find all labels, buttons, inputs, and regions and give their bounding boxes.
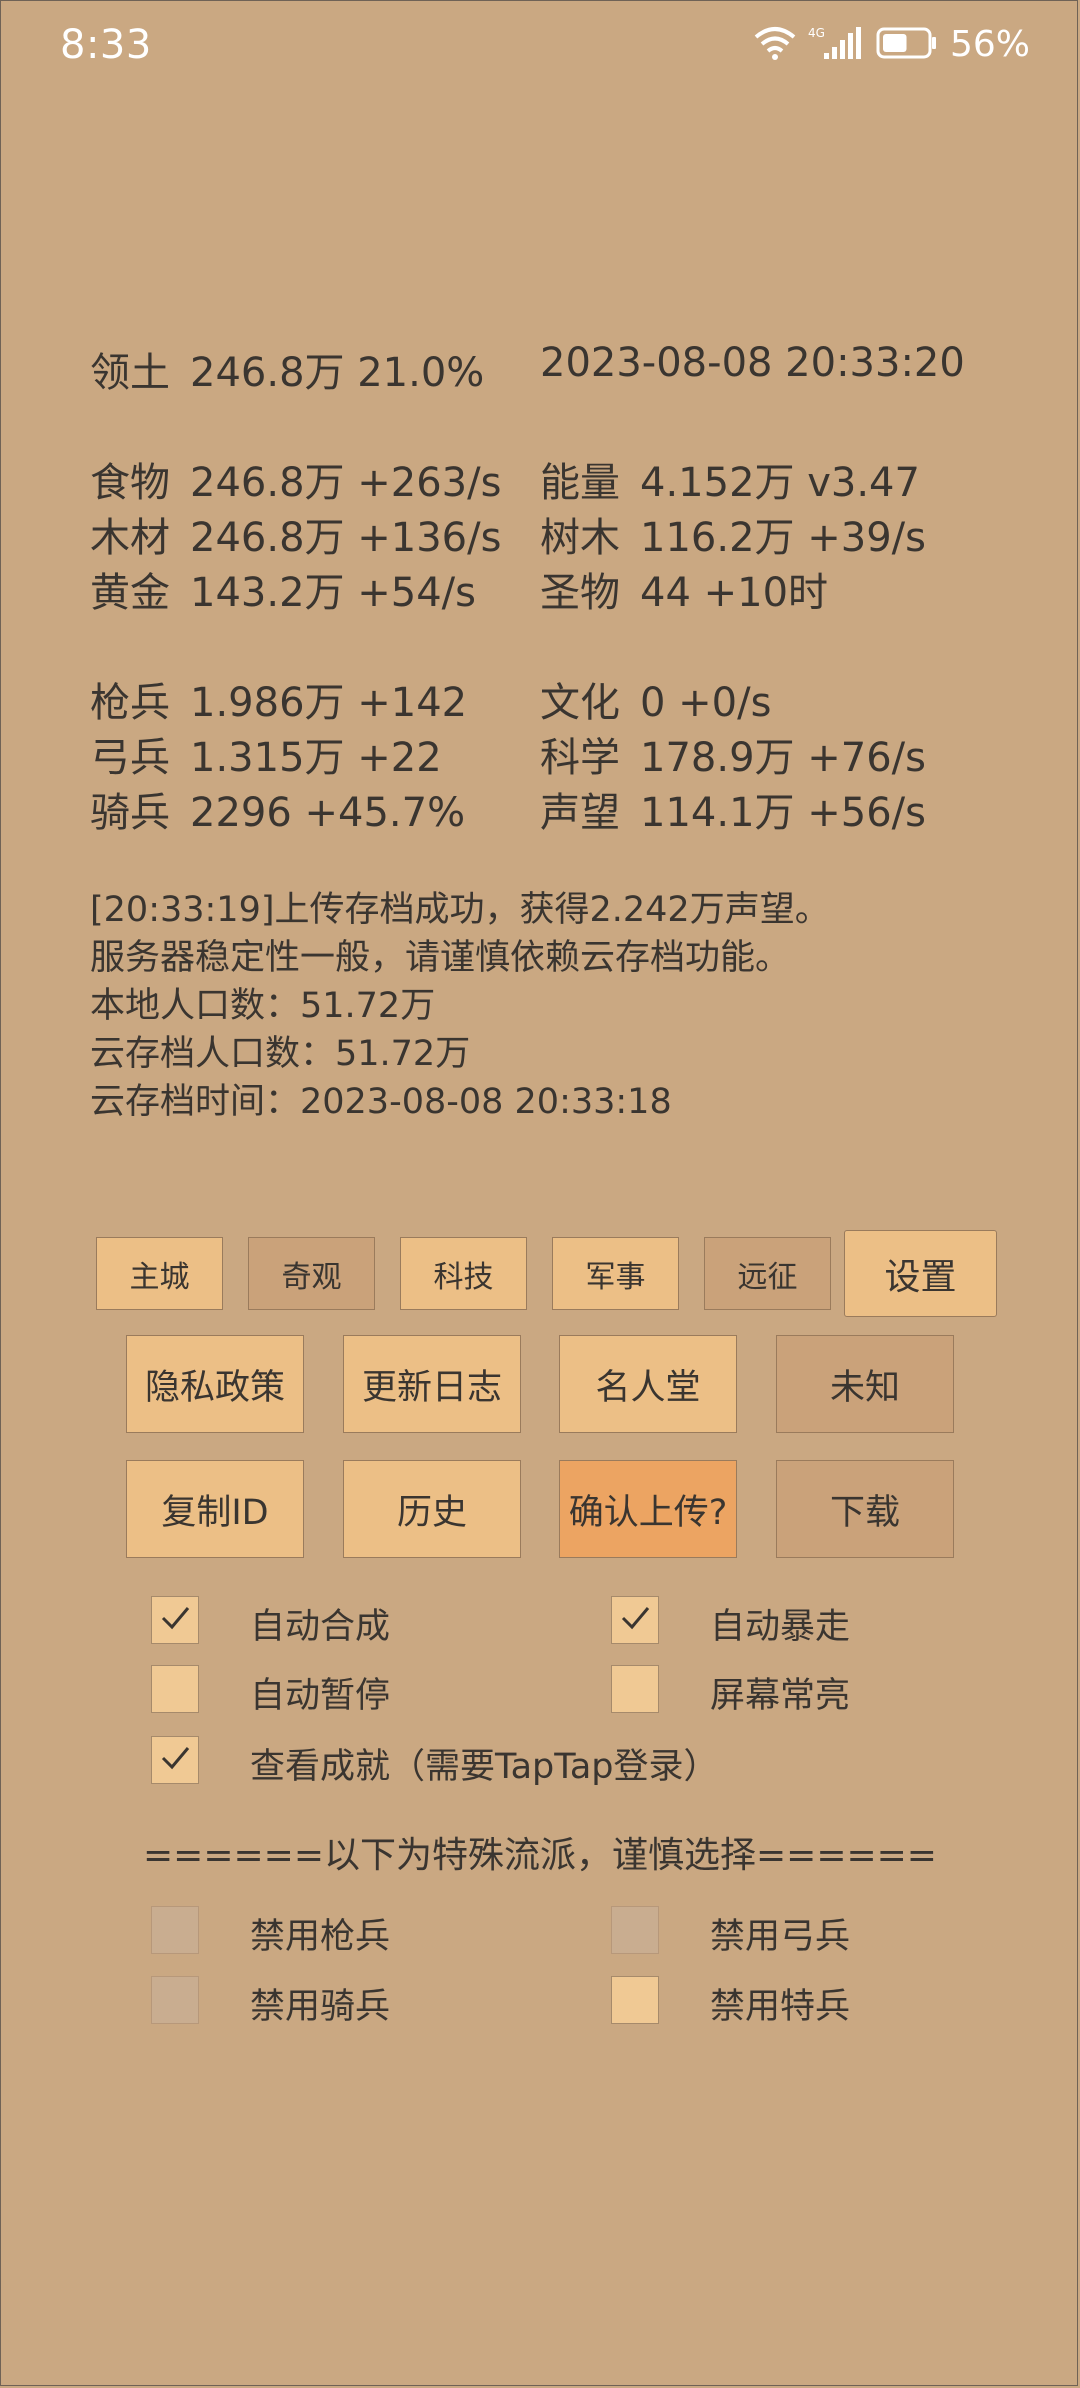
- stat-value: 246.8万 21.0%: [190, 350, 485, 396]
- status-icons: 4G 56%: [754, 24, 1030, 65]
- stat-label: 科学: [540, 735, 620, 781]
- stat-value: 2296 +45.7%: [190, 790, 466, 836]
- battery-percent: 56%: [949, 24, 1030, 65]
- disable-archers-label: 禁用弓兵: [710, 1917, 851, 1957]
- stat-label: 领土: [90, 350, 170, 396]
- stat-value: 1.986万 +142: [190, 680, 468, 726]
- unknown-button[interactable]: 未知: [776, 1335, 954, 1433]
- stat-territory: 领土 246.8万 21.0%: [90, 340, 484, 398]
- log-line: 服务器稳定性一般，请谨慎依赖云存档功能。: [90, 938, 791, 978]
- tab-expedition[interactable]: 远征: [704, 1237, 831, 1310]
- auto-rush-label: 自动暴走: [710, 1607, 851, 1647]
- tab-military[interactable]: 军事: [552, 1237, 679, 1310]
- hall-of-fame-button[interactable]: 名人堂: [559, 1335, 737, 1433]
- log-line: 本地人口数：51.72万: [90, 986, 436, 1026]
- stat-cavalry: 骑兵 2296 +45.7%: [90, 780, 465, 838]
- stat-value: 143.2万 +54/s: [190, 570, 476, 616]
- copy-id-button[interactable]: 复制ID: [126, 1460, 304, 1558]
- checkmark-icon: [618, 1603, 652, 1637]
- current-datetime: 2023-08-08 20:33:20: [540, 340, 965, 386]
- tab-main-city[interactable]: 主城: [96, 1237, 223, 1310]
- changelog-button[interactable]: 更新日志: [343, 1335, 521, 1433]
- disable-spearmen-label: 禁用枪兵: [250, 1917, 391, 1957]
- stat-trees: 树木 116.2万 +39/s: [540, 505, 926, 563]
- stat-label: 弓兵: [90, 735, 170, 781]
- auto-pause-checkbox[interactable]: [151, 1665, 199, 1713]
- cell-signal-icon: 4G: [808, 25, 864, 65]
- stat-archers: 弓兵 1.315万 +22: [90, 725, 442, 783]
- disable-special-label: 禁用特兵: [710, 1987, 851, 2027]
- stat-label: 声望: [540, 790, 620, 836]
- tab-tech[interactable]: 科技: [400, 1237, 527, 1310]
- network-type: 4G: [808, 26, 825, 40]
- log-line: 云存档时间：2023-08-08 20:33:18: [90, 1082, 672, 1122]
- tab-wonders[interactable]: 奇观: [248, 1237, 375, 1310]
- settings-button[interactable]: 设置: [844, 1230, 997, 1317]
- stat-value: 246.8万 +136/s: [190, 515, 502, 561]
- stat-science: 科学 178.9万 +76/s: [540, 725, 926, 783]
- stat-label: 食物: [90, 460, 170, 506]
- auto-compose-checkbox[interactable]: [151, 1596, 199, 1644]
- log-line: [20:33:19]上传存档成功，获得2.242万声望。: [90, 890, 830, 930]
- achievements-label: 查看成就（需要TapTap登录）: [250, 1747, 719, 1787]
- privacy-policy-button[interactable]: 隐私政策: [126, 1335, 304, 1433]
- confirm-upload-button[interactable]: 确认上传?: [559, 1460, 737, 1558]
- checkmark-icon: [158, 1743, 192, 1777]
- disable-special-checkbox[interactable]: [611, 1976, 659, 2024]
- checkmark-icon: [158, 1603, 192, 1637]
- auto-compose-label: 自动合成: [250, 1607, 391, 1647]
- stat-spearmen: 枪兵 1.986万 +142: [90, 670, 467, 728]
- stat-value: 1.315万 +22: [190, 735, 442, 781]
- disable-cavalry-label: 禁用骑兵: [250, 1987, 391, 2027]
- stat-value: 116.2万 +39/s: [640, 515, 926, 561]
- stat-energy: 能量 4.152万 v3.47: [540, 450, 920, 508]
- log-line: 云存档人口数：51.72万: [90, 1034, 471, 1074]
- stat-value: 246.8万 +263/s: [190, 460, 502, 506]
- screen-on-checkbox[interactable]: [611, 1665, 659, 1713]
- wifi-icon: [754, 25, 796, 65]
- status-time: 8:33: [60, 22, 152, 68]
- stat-value: 114.1万 +56/s: [640, 790, 926, 836]
- stat-value: 178.9万 +76/s: [640, 735, 926, 781]
- battery-icon: [876, 27, 938, 63]
- stat-label: 枪兵: [90, 680, 170, 726]
- stat-wood: 木材 246.8万 +136/s: [90, 505, 501, 563]
- disable-archers-checkbox[interactable]: [611, 1906, 659, 1954]
- history-button[interactable]: 历史: [343, 1460, 521, 1558]
- stat-label: 骑兵: [90, 790, 170, 836]
- stat-label: 树木: [540, 515, 620, 561]
- stat-label: 木材: [90, 515, 170, 561]
- stat-label: 圣物: [540, 570, 620, 616]
- stat-value: 0 +0/s: [640, 680, 772, 726]
- stat-relics: 圣物 44 +10时: [540, 560, 828, 618]
- stat-gold: 黄金 143.2万 +54/s: [90, 560, 476, 618]
- download-button[interactable]: 下载: [776, 1460, 954, 1558]
- disable-spearmen-checkbox[interactable]: [151, 1906, 199, 1954]
- stat-prestige: 声望 114.1万 +56/s: [540, 780, 926, 838]
- stat-food: 食物 246.8万 +263/s: [90, 450, 501, 508]
- achievements-checkbox[interactable]: [151, 1736, 199, 1784]
- stat-label: 文化: [540, 680, 620, 726]
- auto-rush-checkbox[interactable]: [611, 1596, 659, 1644]
- stat-culture: 文化 0 +0/s: [540, 670, 771, 728]
- screen-on-label: 屏幕常亮: [710, 1676, 851, 1716]
- stat-label: 能量: [540, 460, 620, 506]
- special-divider: ======以下为特殊流派，谨慎选择======: [143, 1835, 937, 1876]
- stat-value: 4.152万 v3.47: [640, 460, 920, 506]
- stat-label: 黄金: [90, 570, 170, 616]
- disable-cavalry-checkbox[interactable]: [151, 1976, 199, 2024]
- stat-value: 44 +10时: [640, 570, 829, 616]
- status-bar: 8:33 4G 56%: [0, 0, 1080, 92]
- auto-pause-label: 自动暂停: [250, 1676, 391, 1716]
